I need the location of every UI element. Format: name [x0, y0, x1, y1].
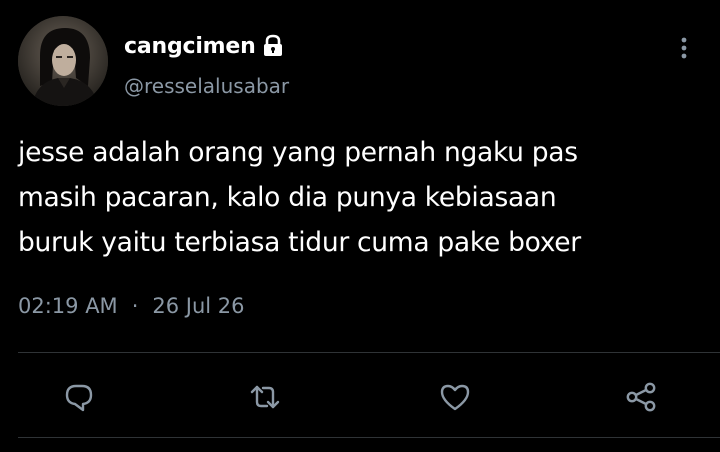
more-vertical-icon[interactable]	[672, 34, 696, 64]
reply-icon	[65, 384, 93, 412]
meta-separator: ·	[131, 294, 139, 318]
avatar-photo	[18, 16, 108, 106]
share-button[interactable]	[624, 380, 658, 414]
divider	[18, 352, 720, 353]
lock-icon	[262, 34, 284, 58]
tweet-text-line: buruk yaitu terbiasa tidur cuma pake box…	[18, 227, 581, 258]
retweet-button[interactable]	[248, 380, 282, 414]
tweet-text-line: masih pacaran, kalo dia punya kebiasaan	[18, 182, 557, 213]
heart-icon	[440, 384, 470, 411]
divider	[18, 437, 720, 438]
display-name-row: cangcimen	[124, 30, 284, 62]
share-icon	[626, 382, 656, 412]
tweet-time[interactable]: 02:19 AM	[18, 294, 118, 318]
tweet-text-line: jesse adalah orang yang pernah ngaku pas	[18, 137, 578, 168]
like-button[interactable]	[438, 380, 472, 414]
tweet-timestamp: 02:19 AM · 26 Jul 26	[18, 294, 245, 318]
display-name[interactable]: cangcimen	[124, 34, 256, 59]
author-handle[interactable]: @resselalusabar	[124, 74, 289, 98]
retweet-icon	[250, 385, 280, 409]
tweet-card: cangcimen @resselalusabar jesse adalah o…	[0, 0, 720, 452]
tweet-date[interactable]: 26 Jul 26	[152, 294, 244, 318]
tweet-text: jesse adalah orang yang pernah ngaku pas…	[18, 130, 708, 265]
avatar[interactable]	[18, 16, 108, 106]
reply-button[interactable]	[62, 380, 96, 414]
